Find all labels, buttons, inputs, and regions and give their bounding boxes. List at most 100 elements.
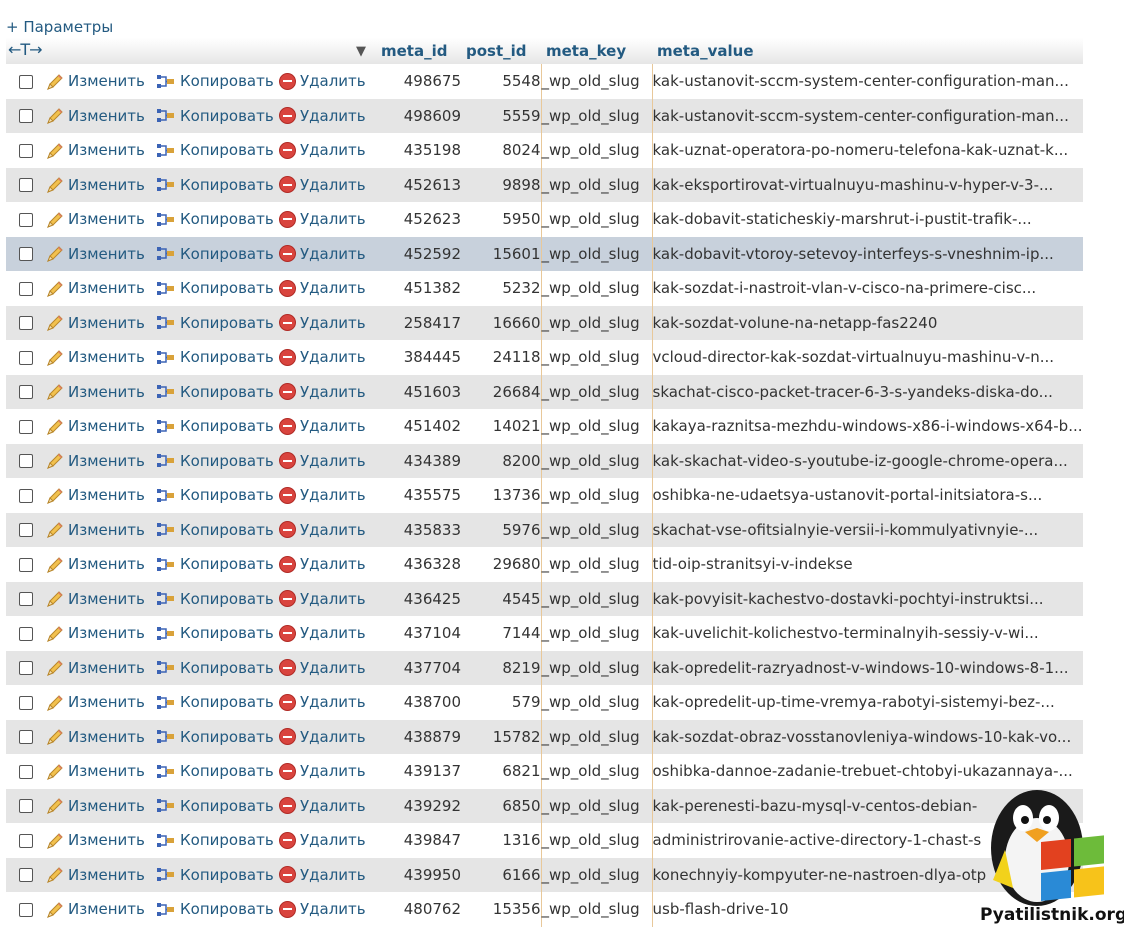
copy-link[interactable]: Копировать [156, 866, 279, 885]
options-link[interactable]: + Параметры [6, 18, 113, 36]
column-resize-arrows-icon[interactable]: ←T→ [8, 40, 43, 59]
table-row[interactable]: Изменить Копировать Удалить 258417 16660 _wp_… [6, 305, 1083, 340]
delete-link[interactable]: Удалить [279, 590, 376, 608]
copy-link[interactable]: Копировать [156, 555, 279, 574]
edit-link[interactable]: Изменить [46, 590, 156, 609]
delete-link[interactable]: Удалить [279, 728, 376, 746]
delete-link[interactable]: Удалить [279, 452, 376, 470]
copy-link[interactable]: Копировать [156, 659, 279, 678]
copy-link[interactable]: Копировать [156, 831, 279, 850]
edit-link[interactable]: Изменить [46, 486, 156, 505]
table-row[interactable]: Изменить Копировать Удалить 436328 29680 _wp_… [6, 547, 1083, 582]
edit-link[interactable]: Изменить [46, 245, 156, 264]
delete-link[interactable]: Удалить [279, 314, 376, 332]
edit-link[interactable]: Изменить [46, 866, 156, 885]
edit-link[interactable]: Изменить [46, 831, 156, 850]
column-header-post-id[interactable]: post_id [461, 38, 541, 64]
edit-link[interactable]: Изменить [46, 314, 156, 333]
copy-link[interactable]: Копировать [156, 314, 279, 333]
edit-link[interactable]: Изменить [46, 900, 156, 919]
table-row[interactable]: Изменить Копировать Удалить 438700 579 _wp_ol… [6, 685, 1083, 720]
copy-link[interactable]: Копировать [156, 452, 279, 471]
table-row[interactable]: Изменить Копировать Удалить 452592 15601 _wp_… [6, 236, 1083, 271]
delete-link[interactable]: Удалить [279, 555, 376, 573]
column-header-meta-key[interactable]: meta_key [541, 38, 652, 64]
row-checkbox[interactable] [19, 626, 33, 641]
edit-link[interactable]: Изменить [46, 624, 156, 643]
delete-link[interactable]: Удалить [279, 279, 376, 297]
edit-link[interactable]: Изменить [46, 762, 156, 781]
row-checkbox[interactable] [19, 419, 33, 434]
row-checkbox[interactable] [19, 281, 33, 296]
edit-link[interactable]: Изменить [46, 279, 156, 298]
copy-link[interactable]: Копировать [156, 417, 279, 436]
row-checkbox[interactable] [19, 557, 33, 572]
edit-link[interactable]: Изменить [46, 176, 156, 195]
copy-link[interactable]: Копировать [156, 590, 279, 609]
edit-link[interactable]: Изменить [46, 555, 156, 574]
delete-link[interactable]: Удалить [279, 176, 376, 194]
row-checkbox[interactable] [19, 592, 33, 607]
copy-link[interactable]: Копировать [156, 210, 279, 229]
edit-link[interactable]: Изменить [46, 521, 156, 540]
copy-link[interactable]: Копировать [156, 624, 279, 643]
table-row[interactable]: Изменить Копировать Удалить 435198 8024 _wp_o… [6, 133, 1083, 168]
column-header-meta-value[interactable]: meta_value [652, 38, 1083, 64]
edit-link[interactable]: Изменить [46, 659, 156, 678]
edit-link[interactable]: Изменить [46, 417, 156, 436]
row-checkbox[interactable] [19, 350, 33, 365]
copy-link[interactable]: Копировать [156, 383, 279, 402]
row-checkbox[interactable] [19, 902, 33, 917]
copy-link[interactable]: Копировать [156, 900, 279, 919]
delete-link[interactable]: Удалить [279, 417, 376, 435]
row-checkbox[interactable] [19, 316, 33, 331]
delete-link[interactable]: Удалить [279, 141, 376, 159]
table-row[interactable]: Изменить Копировать Удалить 452623 5950 _wp_o… [6, 202, 1083, 237]
copy-link[interactable]: Копировать [156, 72, 279, 91]
table-row[interactable]: Изменить Копировать Удалить 435575 13736 _wp_… [6, 478, 1083, 513]
copy-link[interactable]: Копировать [156, 245, 279, 264]
copy-link[interactable]: Копировать [156, 107, 279, 126]
edit-link[interactable]: Изменить [46, 728, 156, 747]
delete-link[interactable]: Удалить [279, 107, 376, 125]
delete-link[interactable]: Удалить [279, 866, 376, 884]
row-checkbox[interactable] [19, 488, 33, 503]
table-row[interactable]: Изменить Копировать Удалить 434389 8200 _wp_o… [6, 443, 1083, 478]
row-checkbox[interactable] [19, 868, 33, 883]
row-checkbox[interactable] [19, 695, 33, 710]
delete-link[interactable]: Удалить [279, 762, 376, 780]
delete-link[interactable]: Удалить [279, 72, 376, 90]
row-checkbox[interactable] [19, 454, 33, 469]
table-row[interactable]: Изменить Копировать Удалить 439847 1316 _wp_o… [6, 823, 1083, 858]
row-checkbox[interactable] [19, 385, 33, 400]
table-row[interactable]: Изменить Копировать Удалить 480762 15356 _wp_… [6, 892, 1083, 927]
table-row[interactable]: Изменить Копировать Удалить 437704 8219 _wp_o… [6, 650, 1083, 685]
table-row[interactable]: Изменить Копировать Удалить 452613 9898 _wp_o… [6, 167, 1083, 202]
table-row[interactable]: Изменить Копировать Удалить 451603 26684 _wp_… [6, 374, 1083, 409]
row-checkbox[interactable] [19, 74, 33, 89]
table-row[interactable]: Изменить Копировать Удалить 437104 7144 _wp_o… [6, 616, 1083, 651]
row-checkbox[interactable] [19, 247, 33, 262]
delete-link[interactable]: Удалить [279, 797, 376, 815]
edit-link[interactable]: Изменить [46, 797, 156, 816]
sort-dropdown-icon[interactable]: ▼ [356, 44, 366, 59]
edit-link[interactable]: Изменить [46, 210, 156, 229]
row-checkbox[interactable] [19, 730, 33, 745]
table-row[interactable]: Изменить Копировать Удалить 438879 15782 _wp_… [6, 719, 1083, 754]
column-header-meta-id[interactable]: meta_id [376, 38, 461, 64]
row-checkbox[interactable] [19, 764, 33, 779]
copy-link[interactable]: Копировать [156, 728, 279, 747]
table-row[interactable]: Изменить Копировать Удалить 384445 24118 _wp_… [6, 340, 1083, 375]
row-checkbox[interactable] [19, 109, 33, 124]
row-checkbox[interactable] [19, 178, 33, 193]
delete-link[interactable]: Удалить [279, 245, 376, 263]
table-row[interactable]: Изменить Копировать Удалить 451402 14021 _wp_… [6, 409, 1083, 444]
table-row[interactable]: Изменить Копировать Удалить 439292 6850 _wp_o… [6, 788, 1083, 823]
copy-link[interactable]: Копировать [156, 521, 279, 540]
table-row[interactable]: Изменить Копировать Удалить 439950 6166 _wp_o… [6, 857, 1083, 892]
edit-link[interactable]: Изменить [46, 107, 156, 126]
delete-link[interactable]: Удалить [279, 693, 376, 711]
delete-link[interactable]: Удалить [279, 486, 376, 504]
row-checkbox[interactable] [19, 833, 33, 848]
row-checkbox[interactable] [19, 661, 33, 676]
